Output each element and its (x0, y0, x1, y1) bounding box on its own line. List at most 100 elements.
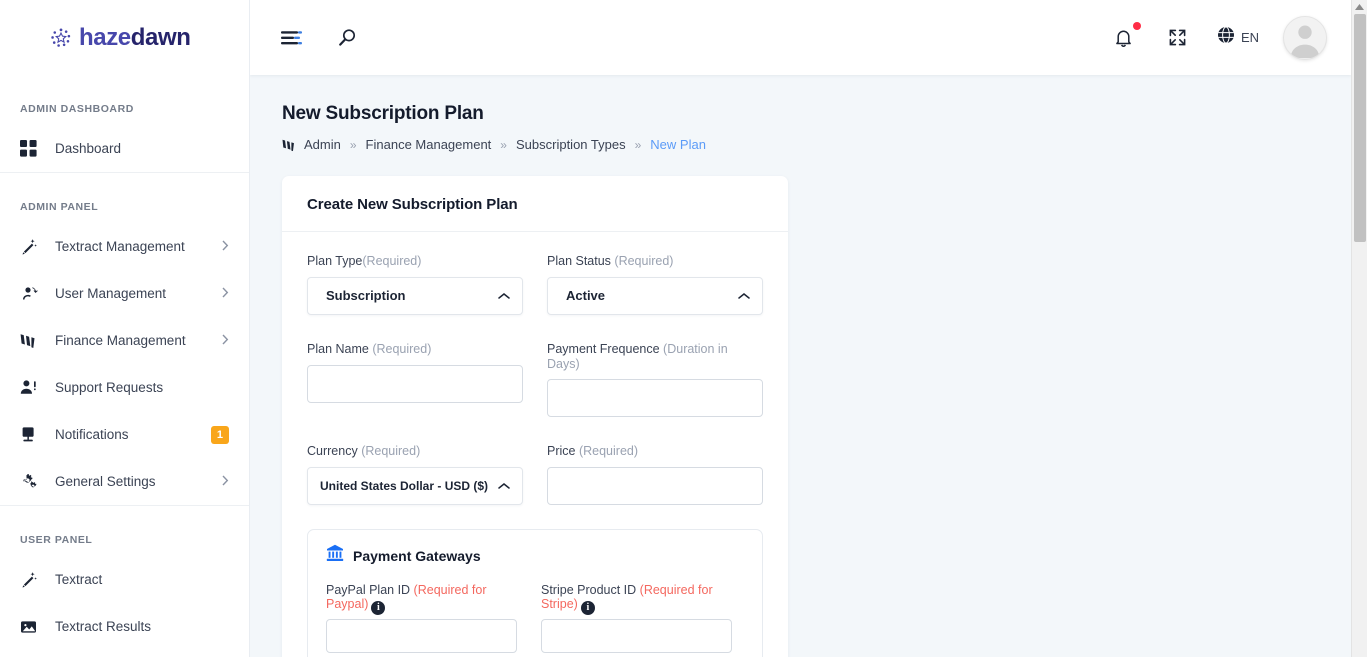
breadcrumb-separator: » (634, 137, 642, 152)
chart-growth-icon (282, 138, 296, 152)
sidebar-item-label: Finance Management (55, 333, 186, 348)
label-text: Plan Name (307, 341, 373, 356)
payment-gateways-header: Payment Gateways (326, 544, 744, 567)
field-plan-name: Plan Name (Required) (307, 342, 523, 418)
breadcrumb-item-subscription-types[interactable]: Subscription Types (516, 137, 626, 152)
language-selector[interactable]: EN (1217, 26, 1259, 49)
fullscreen-expand-icon[interactable] (1163, 23, 1193, 53)
sidebar: hazedawn ADMIN DASHBOARD Dashboard ADMIN… (0, 0, 250, 657)
user-support-icon (20, 378, 44, 398)
user-arrow-icon (20, 284, 44, 304)
sidebar-item-label: Textract Management (55, 239, 185, 254)
sidebar-item-notifications[interactable]: Notifications 1 (0, 411, 249, 458)
label-required: (Required) (614, 254, 674, 268)
sidebar-item-finance-management[interactable]: Finance Management (0, 317, 249, 364)
sidebar-item-label: Support Requests (55, 380, 164, 395)
notification-box-icon (20, 425, 44, 445)
field-paypal-plan-id: PayPal Plan ID (Required for Paypal) i (326, 583, 517, 654)
scrollbar-thumb[interactable] (1354, 14, 1366, 242)
grid-dashboard-icon (20, 139, 44, 159)
sidebar-heading-admin-dashboard: ADMIN DASHBOARD (20, 103, 134, 115)
magic-wand-icon (20, 570, 44, 590)
brand-name-part1: haze (79, 23, 131, 51)
label-text: Currency (307, 444, 362, 459)
bank-institution-icon (326, 544, 344, 567)
search-icon[interactable] (332, 23, 362, 53)
chevron-right-icon (222, 240, 229, 253)
field-label-price: Price (Required) (547, 444, 763, 459)
plan-type-select[interactable]: Subscription (307, 276, 523, 315)
info-circle-icon[interactable]: i (580, 601, 595, 616)
currency-value: United States Dollar - USD ($) (320, 479, 489, 493)
label-text: PayPal Plan ID (326, 583, 414, 597)
sidebar-item-textract[interactable]: Textract (0, 556, 249, 603)
breadcrumb-separator: » (500, 137, 507, 152)
triangle-up-icon[interactable] (1352, 0, 1367, 14)
sidebar-section-user-panel: USER PANEL Textract Textract Results (0, 505, 249, 650)
hexagon-star-icon (50, 27, 72, 49)
payment-frequence-input[interactable] (547, 379, 763, 418)
hamburger-menu-icon[interactable] (276, 23, 306, 53)
magic-wand-icon (20, 237, 44, 257)
field-label-currency: Currency (Required) (307, 444, 523, 459)
info-circle-icon[interactable]: i (371, 601, 386, 616)
field-label-paypal-plan-id: PayPal Plan ID (Required for Paypal) i (326, 583, 517, 616)
brand-logo[interactable]: hazedawn (0, 0, 249, 75)
card-title: Create New Subscription Plan (307, 196, 518, 213)
user-avatar-icon (1284, 16, 1326, 58)
field-currency: Currency (Required) United States Dollar… (307, 444, 523, 505)
label-required: (Required) (372, 341, 432, 356)
sidebar-item-support-requests[interactable]: Support Requests (0, 364, 249, 411)
page-scrollbar[interactable] (1351, 0, 1367, 657)
chevron-up-icon (498, 477, 510, 495)
label-text: Stripe Product ID (541, 583, 640, 597)
chevron-up-icon (738, 287, 750, 305)
paypal-plan-id-input[interactable] (326, 619, 517, 654)
chevron-right-icon (222, 287, 229, 300)
field-label-payment-frequence: Payment Frequence (Duration in Days) (547, 342, 763, 372)
breadcrumb: Admin » Finance Management » Subscriptio… (282, 137, 1351, 152)
top-header: EN (250, 0, 1351, 75)
plan-status-value: Active (566, 288, 606, 304)
chevron-right-icon (222, 475, 229, 488)
breadcrumb-item-admin[interactable]: Admin (304, 137, 341, 152)
label-required: (Required) (361, 444, 421, 459)
notification-alert-dot (1132, 21, 1141, 30)
sidebar-heading-admin-panel: ADMIN PANEL (20, 201, 99, 213)
sidebar-section-admin-panel: ADMIN PANEL Textract Management User Man… (0, 172, 249, 505)
field-label-plan-type: Plan Type(Required) (307, 254, 523, 269)
sidebar-item-label: Textract Results (55, 619, 152, 634)
sidebar-item-user-management[interactable]: User Management (0, 270, 249, 317)
currency-select[interactable]: United States Dollar - USD ($) (307, 467, 523, 505)
image-icon (20, 617, 44, 637)
sidebar-item-textract-results[interactable]: Textract Results (0, 603, 249, 650)
plan-type-value: Subscription (326, 288, 406, 304)
sidebar-item-label: Notifications (55, 427, 129, 442)
label-text: Payment Frequence (547, 341, 664, 356)
sidebar-item-textract-management[interactable]: Textract Management (0, 223, 249, 270)
price-input[interactable] (547, 467, 763, 505)
sidebar-item-dashboard[interactable]: Dashboard (0, 125, 249, 172)
breadcrumb-item-finance-management[interactable]: Finance Management (366, 137, 492, 152)
brand-name-part2: dawn (130, 23, 191, 51)
sidebar-item-general-settings[interactable]: General Settings (0, 458, 249, 505)
sidebar-item-label: User Management (55, 286, 167, 301)
chevron-right-icon (222, 334, 229, 347)
notifications-count-badge: 1 (210, 425, 229, 444)
notification-bell-button[interactable] (1109, 21, 1141, 53)
sidebar-section-admin-dashboard: ADMIN DASHBOARD Dashboard (0, 75, 249, 172)
field-plan-status: Plan Status (Required) Active (547, 254, 763, 315)
stripe-product-id-input[interactable] (541, 619, 732, 654)
avatar[interactable] (1283, 15, 1327, 60)
sidebar-item-label: Dashboard (55, 141, 122, 156)
plan-status-select[interactable]: Active (547, 276, 763, 315)
sidebar-item-label: Textract (55, 572, 103, 587)
field-payment-frequence: Payment Frequence (Duration in Days) (547, 342, 763, 418)
brand-name: hazedawn (79, 23, 191, 51)
label-text: Plan Type (307, 254, 363, 268)
field-label-plan-status: Plan Status (Required) (547, 254, 763, 269)
create-subscription-plan-card: Create New Subscription Plan Plan Type(R… (282, 176, 788, 657)
plan-name-input[interactable] (307, 364, 523, 403)
breadcrumb-item-new-plan[interactable]: New Plan (650, 137, 706, 152)
field-stripe-product-id: Stripe Product ID (Required for Stripe) i (541, 583, 732, 654)
